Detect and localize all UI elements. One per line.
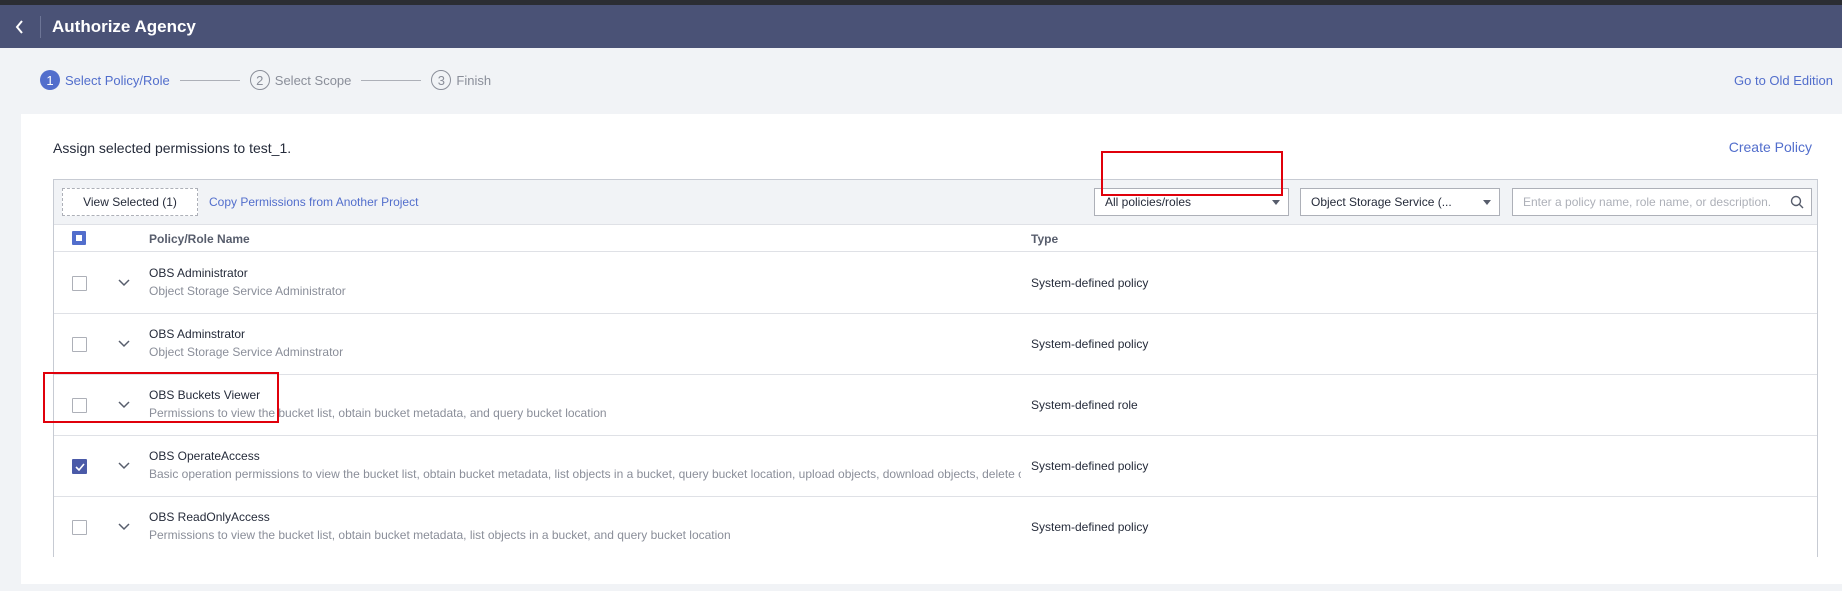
policy-type: System-defined policy xyxy=(1031,276,1149,290)
policy-name: OBS Buckets Viewer xyxy=(149,388,261,402)
policy-type: System-defined policy xyxy=(1031,337,1149,351)
checkmark-icon xyxy=(74,462,85,471)
step-label: Finish xyxy=(456,72,492,88)
caret-down-icon xyxy=(1272,200,1280,205)
back-button[interactable] xyxy=(0,5,40,48)
policy-type-value: All policies/roles xyxy=(1105,195,1192,209)
page-title: Authorize Agency xyxy=(52,16,196,36)
column-header-name: Policy/Role Name xyxy=(149,232,250,246)
policy-type: System-defined role xyxy=(1031,398,1138,412)
policy-description: Object Storage Service Adminstrator xyxy=(149,345,344,359)
step-number: 1 xyxy=(40,70,60,90)
row-checkbox[interactable] xyxy=(72,520,87,535)
expand-row-button[interactable] xyxy=(116,275,132,291)
go-to-old-edition-link[interactable]: Go to Old Edition xyxy=(1734,73,1833,88)
policy-type-select[interactable]: All policies/roles xyxy=(1094,188,1289,216)
expand-row-button[interactable] xyxy=(116,336,132,352)
search-icon[interactable] xyxy=(1783,189,1811,215)
partial-indicator xyxy=(76,235,82,241)
table-row: OBS Buckets Viewer Permissions to view th… xyxy=(54,375,1817,436)
policy-name: OBS Administrator xyxy=(149,266,248,280)
policy-name: OBS Adminstrator xyxy=(149,327,246,341)
step-number: 2 xyxy=(249,70,270,90)
table-row: OBS ReadOnlyAccess Permissions to view th… xyxy=(54,497,1817,558)
service-select[interactable]: Object Storage Service (... xyxy=(1300,188,1500,216)
policy-table: View Selected (1) Copy Permissions from … xyxy=(53,179,1818,558)
expand-row-button[interactable] xyxy=(116,397,132,413)
policy-description: Object Storage Service Administrator xyxy=(149,284,346,298)
step-select-scope: 2 Select Scope xyxy=(249,70,352,90)
wizard-steps: 1 Select Policy/Role 2 Select Scope 3 Fi… xyxy=(40,70,491,90)
chevron-left-icon xyxy=(15,19,23,34)
copy-permissions-link[interactable]: Copy Permissions from Another Project xyxy=(209,195,418,209)
column-header-type: Type xyxy=(1031,232,1059,246)
step-select-policy: 1 Select Policy/Role xyxy=(40,70,170,90)
step-connector xyxy=(179,79,240,81)
chevron-down-icon xyxy=(118,340,130,348)
content-card: Assign selected permissions to test_1. C… xyxy=(21,114,1842,584)
create-policy-link[interactable]: Create Policy xyxy=(1729,139,1812,155)
policy-search xyxy=(1512,188,1812,216)
policy-name: OBS OperateAccess xyxy=(149,449,260,463)
chevron-down-icon xyxy=(118,279,130,287)
policy-type: System-defined policy xyxy=(1031,520,1149,534)
step-connector xyxy=(361,79,422,81)
policy-name: OBS ReadOnlyAccess xyxy=(149,510,270,524)
policy-description: Basic operation permissions to view the … xyxy=(149,467,1021,481)
step-label: Select Policy/Role xyxy=(65,72,170,88)
service-value: Object Storage Service (... xyxy=(1311,195,1452,209)
policy-type: System-defined policy xyxy=(1031,459,1149,473)
table-row: OBS OperateAccess Basic operation permiss… xyxy=(54,436,1817,497)
step-finish: 3 Finish xyxy=(431,70,491,90)
table-row: OBS Administrator Object Storage Service … xyxy=(54,253,1817,314)
caret-down-icon xyxy=(1483,200,1491,205)
policy-description: Permissions to view the bucket list, obt… xyxy=(149,406,607,420)
table-header: Policy/Role Name Type xyxy=(54,224,1817,252)
step-label: Select Scope xyxy=(274,72,352,88)
row-checkbox[interactable] xyxy=(72,398,87,413)
view-selected-button[interactable]: View Selected (1) xyxy=(62,188,198,216)
table-row: OBS Adminstrator Object Storage Service A… xyxy=(54,314,1817,375)
page-header: Authorize Agency xyxy=(0,5,1842,48)
chevron-down-icon xyxy=(118,401,130,409)
expand-row-button[interactable] xyxy=(116,458,132,474)
policy-description: Permissions to view the bucket list, obt… xyxy=(149,528,731,542)
select-all-checkbox[interactable] xyxy=(72,231,86,245)
row-checkbox[interactable] xyxy=(72,459,87,474)
step-number: 3 xyxy=(431,70,452,90)
search-input[interactable] xyxy=(1513,189,1783,215)
assign-description: Assign selected permissions to test_1. xyxy=(53,140,292,156)
chevron-down-icon xyxy=(118,523,130,531)
chevron-down-icon xyxy=(118,462,130,470)
expand-row-button[interactable] xyxy=(116,519,132,535)
table-toolbar: View Selected (1) Copy Permissions from … xyxy=(54,180,1817,224)
header-divider xyxy=(40,15,41,38)
row-checkbox[interactable] xyxy=(72,337,87,352)
row-checkbox[interactable] xyxy=(72,276,87,291)
